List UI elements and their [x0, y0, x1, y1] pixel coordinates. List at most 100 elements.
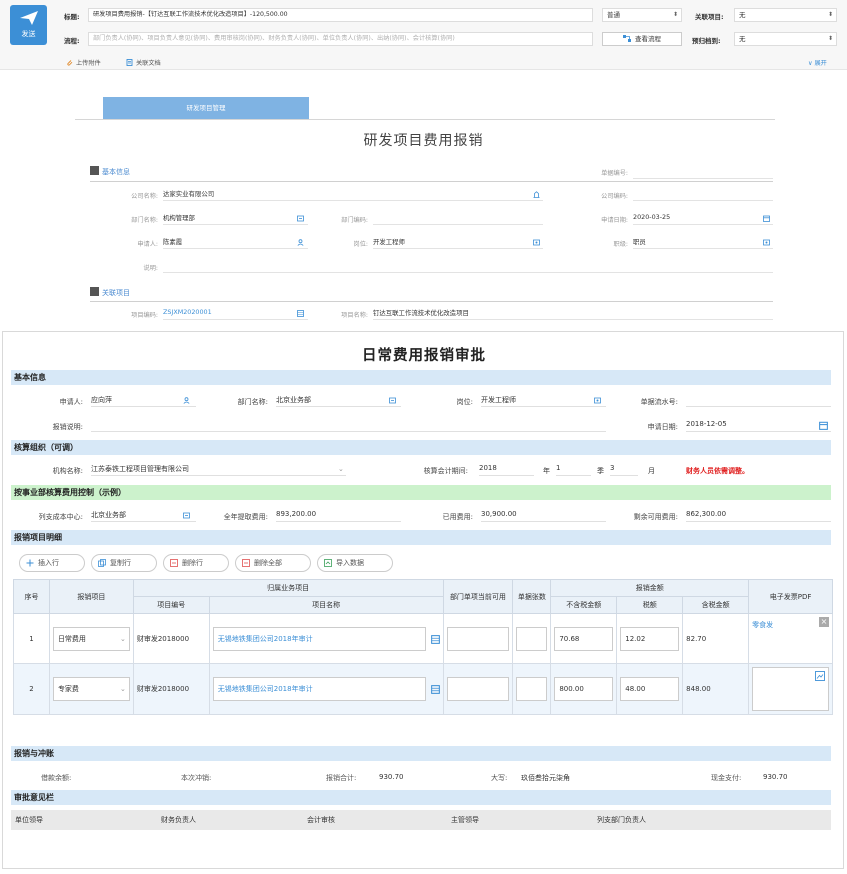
back-desc-field[interactable]	[163, 261, 773, 273]
import-data-label: 导入数据	[336, 559, 364, 567]
back-dept-code-field[interactable]	[373, 213, 543, 225]
applicant-field[interactable]: 应向萍	[91, 395, 196, 407]
reason-label: 报销说明:	[52, 423, 83, 431]
row-name-field[interactable]: 无锡地铁集团公司2018年审计	[212, 677, 426, 701]
back-post-field[interactable]: 开发工程师	[373, 237, 543, 249]
row-name-cell: 无锡地铁集团公司2018年审计	[208, 613, 444, 664]
upload-label: 上传附件	[76, 60, 101, 67]
send-button-label: 发送	[21, 30, 36, 38]
back-related-section-header: 关联项目	[90, 287, 130, 298]
row-item-select[interactable]: 专家费 ⌄	[52, 677, 130, 701]
back-rank-label: 职级:	[613, 241, 628, 248]
row-docs-field[interactable]	[516, 677, 548, 701]
serial-no-field[interactable]	[686, 395, 831, 407]
priority-select[interactable]: 普通 ⬍	[602, 8, 682, 22]
send-button[interactable]: 发送	[10, 5, 47, 45]
post-field[interactable]: 开发工程师	[481, 395, 606, 407]
org-chart-icon[interactable]	[183, 512, 190, 519]
row-seq: 1	[13, 613, 50, 664]
row-pdf-link[interactable]: 零食发	[752, 621, 773, 629]
row-dept-available-field[interactable]	[446, 677, 510, 701]
import-data-button[interactable]: 导入数据	[317, 554, 393, 572]
col-docs: 单据张数	[512, 579, 552, 614]
back-post-label: 岗位:	[353, 241, 368, 248]
id-card-icon[interactable]	[594, 397, 601, 404]
chevron-down-icon[interactable]: ⌄	[338, 465, 344, 473]
row-docs-field[interactable]	[516, 626, 548, 651]
view-flow-button[interactable]: 查看流程	[602, 32, 682, 46]
back-apply-date-label: 申请日期:	[601, 217, 628, 224]
back-dept-field[interactable]: 机构管理部	[163, 213, 308, 225]
related-project-select[interactable]: 无 ⬍	[734, 8, 837, 22]
used-field[interactable]: 30,900.00	[481, 510, 606, 522]
col-business-group: 归属业务项目	[132, 579, 444, 597]
table-icon[interactable]	[430, 685, 440, 694]
cost-center-field[interactable]: 北京业务部	[91, 510, 196, 522]
company-code-field[interactable]	[633, 189, 773, 201]
chevron-down-icon: ⌄	[119, 685, 126, 693]
subject-input[interactable]: 研发项目费用报销-【钉达互联工作流技术优化改造项目】-120,500.00	[88, 8, 593, 22]
expense-detail-table: 序号 报销项目 归属业务项目 部门单项当前可用 单据张数 报销金额 电子发票PD…	[13, 579, 833, 715]
back-dept-label: 部门名称:	[131, 217, 158, 224]
upload-image-icon[interactable]	[815, 671, 825, 681]
tab-rnd-project-management[interactable]: 研发项目管理	[103, 97, 309, 119]
user-icon[interactable]	[297, 239, 304, 246]
org-chart-icon[interactable]	[389, 397, 396, 404]
period-quarter-field[interactable]: 1	[556, 464, 591, 476]
deadline-select[interactable]: 无 ⬍	[734, 32, 837, 46]
row-name-field[interactable]: 无锡地铁集团公司2018年审计	[212, 626, 426, 651]
cost-center-label: 列支成本中心:	[38, 513, 83, 521]
period-year-field[interactable]: 2018	[479, 464, 534, 476]
relate-doc-label: 关联文档	[136, 60, 161, 67]
close-icon[interactable]: ×	[819, 617, 829, 627]
row-tax-field[interactable]: 48.00	[620, 677, 680, 701]
calendar-icon[interactable]	[819, 421, 828, 430]
approver-finance-head: 财务负责人	[161, 816, 196, 824]
row-dept-available-cell	[442, 613, 514, 664]
row-tax-field[interactable]: 12.02	[620, 626, 680, 651]
document-icon	[126, 59, 133, 66]
project-code-field[interactable]: ZSJXM2020001	[163, 308, 308, 320]
project-name-field[interactable]: 钉达互联工作流技术优化改造项目	[373, 308, 773, 320]
id-card-icon[interactable]	[533, 239, 540, 246]
calendar-icon[interactable]	[763, 215, 770, 222]
bill-no-field[interactable]	[633, 167, 773, 179]
row-excl-field[interactable]: 70.68	[554, 626, 614, 651]
pdf-upload-area[interactable]	[752, 667, 829, 711]
row-excl-field[interactable]: 800.00	[554, 677, 614, 701]
company-field[interactable]: 达家实业有限公司	[163, 189, 543, 201]
delete-all-button[interactable]: 删除全部	[235, 554, 311, 572]
back-basic-section-header: 基本信息	[90, 166, 130, 177]
org-chart-icon[interactable]	[297, 215, 304, 222]
row-pdf-cell: 零食发 ×	[748, 613, 833, 664]
reason-field[interactable]	[91, 420, 606, 432]
insert-row-button[interactable]: 插入行	[19, 554, 85, 572]
relate-document-link[interactable]: 关联文档	[126, 58, 161, 67]
user-icon[interactable]	[183, 397, 190, 404]
plus-icon	[26, 559, 34, 567]
table-icon[interactable]	[297, 310, 304, 317]
id-card-icon[interactable]	[763, 239, 770, 246]
expand-link[interactable]: ∨ 展开	[808, 58, 827, 67]
offset-label: 本次冲销:	[181, 774, 212, 782]
delete-row-button[interactable]: 删除行	[163, 554, 229, 572]
flow-chart-icon	[622, 35, 631, 42]
back-rank-field[interactable]: 职员	[633, 237, 773, 249]
row-dept-available-field[interactable]	[446, 626, 510, 651]
approver-unit-leader: 单位领导	[15, 816, 43, 824]
back-applicant-field[interactable]: 陈素霞	[163, 237, 308, 249]
period-month-field[interactable]: 3	[610, 464, 638, 476]
insert-row-label: 插入行	[38, 559, 59, 567]
table-icon[interactable]	[430, 634, 440, 644]
row-item-select[interactable]: 日常费用 ⌄	[52, 626, 130, 651]
flow-input[interactable]: 部门负责人(协同)、项目负责人意见(协同)、费用审核岗(协同)、财务负责人(协同…	[88, 32, 593, 46]
back-apply-date-field[interactable]: 2020-03-25	[633, 213, 773, 225]
annual-budget-field[interactable]: 893,200.00	[276, 510, 401, 522]
copy-row-button[interactable]: 复制行	[91, 554, 157, 572]
apply-date-field[interactable]: 2018-12-05	[686, 420, 831, 432]
dept-field[interactable]: 北京业务部	[276, 395, 401, 407]
upload-attachment-link[interactable]: 上传附件	[66, 58, 101, 67]
remain-field[interactable]: 862,300.00	[686, 510, 831, 522]
org-select[interactable]: 江苏泰铁工程项目管理有限公司	[91, 464, 346, 476]
building-icon[interactable]	[533, 191, 540, 198]
